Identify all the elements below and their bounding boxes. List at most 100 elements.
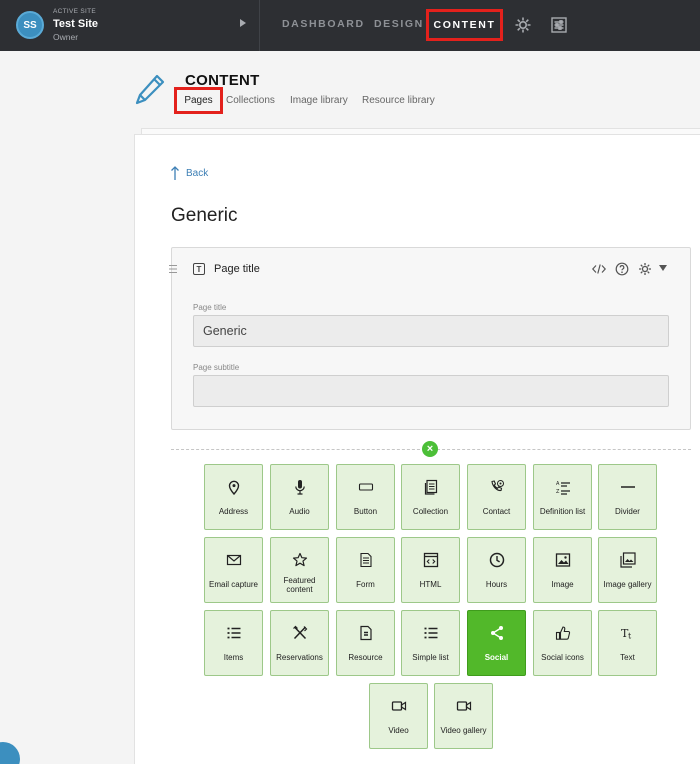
tile-label: Items (223, 653, 244, 662)
tile-label: Video (388, 726, 409, 735)
tile-label: Reservations (276, 653, 323, 662)
clock-icon (489, 552, 505, 568)
drag-handle-icon[interactable] (169, 264, 177, 274)
collection-icon (424, 479, 438, 495)
divider-icon (621, 486, 635, 488)
page-heading: Generic (171, 205, 238, 226)
block-tile-address[interactable]: Address (204, 464, 263, 530)
block-tile-text[interactable]: Tt Text (598, 610, 657, 676)
page-title-input[interactable]: Generic (193, 315, 669, 347)
block-tile-social[interactable]: Social (467, 610, 526, 676)
block-tile-collection[interactable]: Collection (401, 464, 460, 530)
block-tile-button[interactable]: Button (336, 464, 395, 530)
help-bubble[interactable] (0, 742, 20, 764)
utensils-icon (293, 625, 308, 640)
expand-arrow-icon[interactable] (240, 19, 246, 27)
block-tile-resource[interactable]: Resource (336, 610, 395, 676)
block-tile-hours[interactable]: Hours (467, 537, 526, 603)
tile-label: Email capture (209, 580, 258, 589)
tile-label: Video gallery (440, 726, 487, 735)
page-title-label: Page title (193, 303, 227, 312)
tile-label: Collection (412, 507, 449, 516)
code-icon[interactable] (592, 262, 606, 276)
tile-label: Text (620, 653, 635, 662)
nav-content[interactable]: CONTENT (426, 9, 503, 41)
form-icon (360, 552, 372, 568)
tile-label: Social icons (541, 653, 584, 662)
block-tile-divider[interactable]: Divider (598, 464, 657, 530)
svg-text:t: t (628, 632, 632, 641)
close-icon[interactable]: × (422, 441, 438, 457)
block-settings-gear-icon[interactable] (638, 262, 652, 276)
panel-settings-icon[interactable] (550, 16, 568, 34)
page-subtitle-label: Page subtitle (193, 363, 240, 372)
envelope-icon (226, 554, 242, 566)
block-tile-audio[interactable]: Audio (270, 464, 329, 530)
block-tile-form[interactable]: Form (336, 537, 395, 603)
tab-image-library[interactable]: Image library (290, 95, 348, 106)
active-site-switcher[interactable]: SS ACTIVE SITE Test Site Owner (0, 0, 260, 51)
help-icon[interactable] (615, 262, 629, 276)
nav-dashboard[interactable]: DASHBOARD (282, 18, 365, 30)
tile-label: Image gallery (603, 580, 652, 589)
tile-label: Button (353, 507, 378, 516)
site-name: Test Site (53, 18, 99, 30)
microphone-icon (295, 480, 305, 495)
tile-label: HTML (419, 580, 442, 589)
tile-label: Hours (485, 580, 508, 589)
settings-gear-icon[interactable] (514, 16, 532, 34)
simple-list-icon (424, 627, 438, 639)
text-icon: Tt (621, 627, 632, 641)
block-tile-reservations[interactable]: Reservations (270, 610, 329, 676)
pencil-icon (135, 74, 165, 105)
svg-text:Z: Z (556, 489, 560, 495)
tab-pages[interactable]: Pages (174, 87, 223, 114)
button-icon (358, 483, 374, 491)
block-tile-definition-list[interactable]: A Z Definition list (533, 464, 592, 530)
block-tile-image-gallery[interactable]: Image gallery (598, 537, 657, 603)
active-site-label: ACTIVE SITE (53, 8, 97, 15)
share-icon (491, 626, 503, 640)
block-tile-html[interactable]: HTML (401, 537, 460, 603)
block-tile-email-capture[interactable]: Email capture (204, 537, 263, 603)
image-icon (555, 553, 571, 567)
tile-label: Social (484, 653, 509, 662)
block-tile-items[interactable]: Items (204, 610, 263, 676)
tile-label: Address (218, 507, 249, 516)
block-tile-contact[interactable]: Contact (467, 464, 526, 530)
tile-label: Form (356, 580, 375, 589)
back-arrow-icon[interactable] (170, 165, 180, 181)
image-gallery-icon (620, 552, 636, 568)
video-icon (391, 701, 407, 711)
text-block-icon: T (193, 263, 205, 275)
video-gallery-icon (456, 701, 472, 711)
thumbs-up-icon (555, 626, 571, 640)
tab-resource-library[interactable]: Resource library (362, 95, 435, 106)
block-tile-video-gallery[interactable]: Video gallery (434, 683, 493, 749)
top-bar: SS ACTIVE SITE Test Site Owner DASHBOARD… (0, 0, 700, 51)
collapse-caret-icon[interactable] (659, 265, 667, 271)
page-subtitle-input[interactable] (193, 375, 669, 407)
site-role: Owner (53, 32, 79, 42)
block-tile-image[interactable]: Image (533, 537, 592, 603)
tile-label: Simple list (412, 653, 449, 662)
block-tile-social-icons[interactable]: Social icons (533, 610, 592, 676)
items-list-icon (227, 627, 241, 639)
back-link[interactable]: Back (186, 168, 208, 179)
tile-label: Featured content (283, 576, 316, 594)
site-avatar: SS (16, 11, 44, 39)
tile-label: Image (551, 580, 574, 589)
tile-label: Audio (289, 507, 310, 516)
resource-icon (360, 625, 372, 641)
nav-design[interactable]: DESIGN (374, 18, 424, 30)
map-pin-icon (228, 480, 240, 495)
block-tile-featured-content[interactable]: Featured content (270, 537, 329, 603)
tile-label: Definition list (539, 507, 586, 516)
block-tile-video[interactable]: Video (369, 683, 428, 749)
tab-collections[interactable]: Collections (226, 95, 275, 106)
svg-text:A: A (556, 481, 560, 487)
block-title: Page title (214, 263, 260, 275)
block-tile-simple-list[interactable]: Simple list (401, 610, 460, 676)
html-icon (423, 552, 439, 568)
definition-list-icon: AZ (556, 481, 570, 495)
